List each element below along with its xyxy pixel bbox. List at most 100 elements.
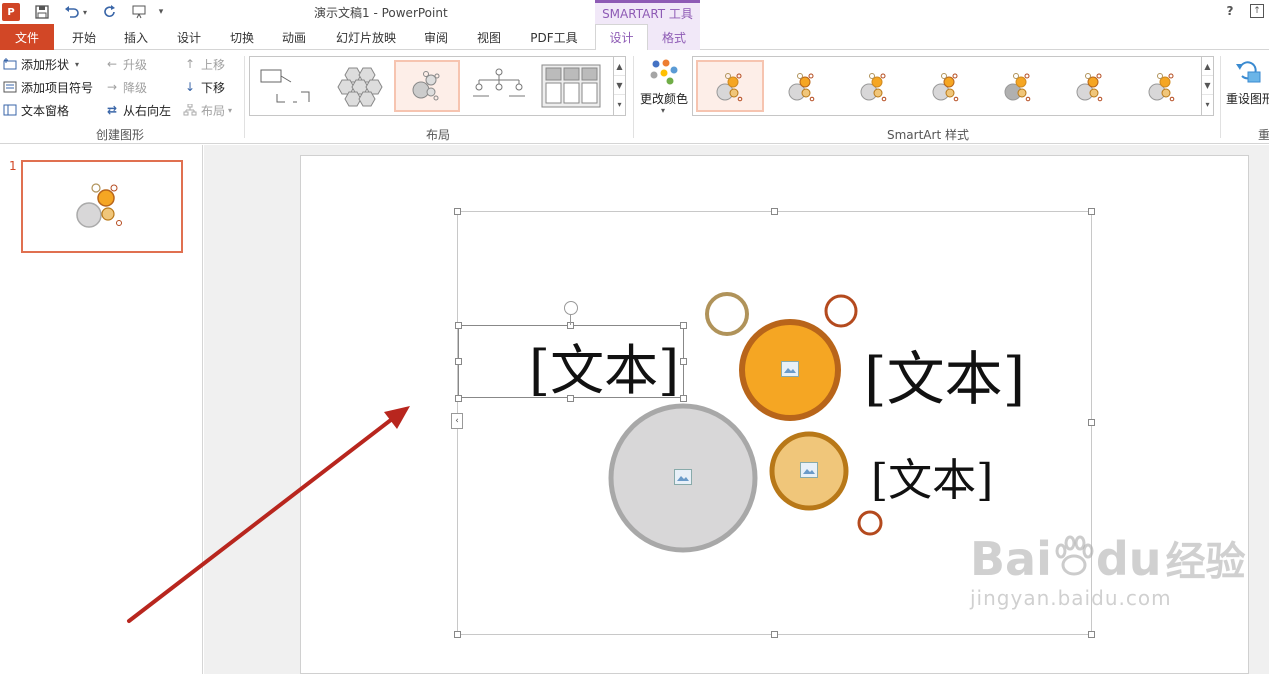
resize-handle[interactable] (680, 395, 687, 402)
ribbon-display-options-icon[interactable]: ↑ (1250, 4, 1264, 18)
add-shape-icon (2, 56, 18, 72)
up-arrow-icon: ↑ (184, 57, 196, 71)
undo-dropdown-icon[interactable]: ▾ (80, 2, 90, 22)
move-up-label: 上移 (201, 57, 226, 72)
styles-gallery-scroll[interactable]: ▲ ▼ ▾ (1201, 57, 1213, 115)
add-shape-dropdown-icon[interactable]: ▾ (75, 60, 79, 69)
scroll-up-icon[interactable]: ▲ (1202, 57, 1213, 76)
insert-picture-icon[interactable] (674, 469, 692, 485)
move-down-label: 下移 (201, 80, 226, 95)
tab-pdf-tools[interactable]: PDF工具 (522, 24, 586, 50)
left-arrow-icon: ← (106, 57, 118, 71)
text-placeholder-1[interactable]: [文本] (529, 326, 679, 405)
undo-icon[interactable] (62, 2, 82, 22)
tab-design[interactable]: 设计 (167, 24, 211, 50)
powerpoint-window: P ▾ ▾ 演示文稿1 - PowerPoint SMARTART 工具 ? ↑… (0, 0, 1269, 674)
bubble-style-preview-icon (1148, 73, 1175, 102)
tab-smartart-design[interactable]: 设计 (595, 24, 648, 51)
text-placeholder-3[interactable]: [文本] (871, 444, 993, 508)
watermark-cn: 经验 (1165, 539, 1246, 585)
text-placeholder-2[interactable]: [文本] (864, 332, 1025, 416)
right-to-left-button[interactable]: ⇄ 从右向左 (104, 100, 171, 120)
text-pane-label: 文本窗格 (21, 103, 70, 118)
add-bullet-button[interactable]: 添加项目符号 (2, 77, 93, 97)
tab-file[interactable]: 文件 (0, 24, 54, 50)
small-ring-red (857, 510, 883, 536)
layout-button[interactable]: 布局 ▾ (182, 100, 232, 120)
tab-smartart-format[interactable]: 格式 (648, 24, 700, 50)
slide-thumbnail-1[interactable] (21, 160, 183, 253)
smartart-styles-group-label: SmartArt 样式 (887, 128, 969, 142)
slide-thumbnail-pane: 1 (0, 145, 203, 674)
resize-handle[interactable] (680, 322, 687, 329)
smartart-style-option-2[interactable] (768, 60, 836, 112)
scroll-down-icon[interactable]: ▼ (614, 76, 625, 95)
tab-review[interactable]: 审阅 (414, 24, 458, 50)
move-down-button[interactable]: ↓ 下移 (182, 77, 225, 97)
scroll-up-icon[interactable]: ▲ (614, 57, 625, 76)
text-pane-icon (2, 102, 18, 118)
smartart-style-option-6[interactable] (1056, 60, 1124, 112)
slide-number: 1 (9, 159, 17, 173)
insert-picture-icon[interactable] (800, 462, 818, 478)
scroll-down-icon[interactable]: ▼ (1202, 76, 1213, 95)
reset-graphic-button[interactable]: 重设图形 (1226, 56, 1269, 116)
smartart-style-option-4[interactable] (912, 60, 980, 112)
start-slideshow-icon[interactable] (130, 2, 150, 22)
promote-label: 升级 (123, 57, 148, 72)
rotate-handle-icon[interactable] (564, 301, 578, 315)
text-pane-button[interactable]: 文本窗格 (2, 100, 69, 120)
ribbon: 添加形状 ▾ 添加项目符号 文本窗格 ← 升级 → 降级 ⇄ 从右向左 ↑ 上移… (0, 50, 1269, 144)
layout-option-1[interactable] (254, 60, 320, 112)
insert-picture-icon[interactable] (781, 361, 799, 377)
gallery-more-icon[interactable]: ▾ (1202, 95, 1213, 114)
window-title: 演示文稿1 - PowerPoint (314, 6, 448, 20)
layout-option-4[interactable] (466, 60, 532, 112)
group-separator (244, 56, 245, 138)
paw-icon (1055, 535, 1094, 576)
watermark-brand: Bai (970, 532, 1052, 586)
layout-option-2[interactable] (324, 60, 390, 112)
smartart-style-option-1[interactable] (696, 60, 764, 112)
save-icon[interactable] (32, 2, 52, 22)
slide-thumbnail-preview (76, 183, 122, 228)
redo-icon[interactable] (100, 2, 120, 22)
swap-direction-icon: ⇄ (106, 103, 118, 117)
resize-handle[interactable] (680, 358, 687, 365)
bubble-style-preview-icon (932, 73, 959, 102)
tab-view[interactable]: 视图 (467, 24, 511, 50)
layout-option-5[interactable] (538, 60, 604, 112)
tab-slideshow[interactable]: 幻灯片放映 (328, 24, 404, 50)
demote-button[interactable]: → 降级 (104, 77, 147, 97)
bubble-style-preview-icon (716, 73, 743, 102)
bubble-style-preview-icon (1004, 73, 1031, 102)
tab-insert[interactable]: 插入 (114, 24, 158, 50)
smartart-style-option-3[interactable] (840, 60, 908, 112)
change-colors-button[interactable]: 更改颜色 ▾ (640, 56, 688, 120)
smartart-style-option-5[interactable] (984, 60, 1052, 112)
add-shape-button[interactable]: 添加形状 ▾ (2, 54, 79, 74)
rotate-handle-line (570, 315, 571, 325)
resize-handle[interactable] (455, 358, 462, 365)
tab-animations[interactable]: 动画 (272, 24, 316, 50)
gallery-more-icon[interactable]: ▾ (614, 95, 625, 114)
reset-graphic-label: 重设图形 (1226, 92, 1269, 106)
promote-button[interactable]: ← 升级 (104, 54, 147, 74)
right-to-left-label: 从右向左 (123, 103, 172, 118)
smartart-style-option-7[interactable] (1128, 60, 1196, 112)
layout-label: 布局 (201, 103, 226, 118)
layouts-gallery-scroll[interactable]: ▲ ▼ ▾ (613, 57, 625, 115)
move-up-button[interactable]: ↑ 上移 (182, 54, 225, 74)
layout-dropdown-icon[interactable]: ▾ (228, 106, 232, 115)
customize-qat-icon[interactable]: ▾ (154, 2, 168, 22)
add-bullet-icon (2, 79, 18, 95)
resize-handle[interactable] (455, 395, 462, 402)
layout-option-3-selected[interactable] (394, 60, 460, 112)
help-icon[interactable]: ? (1222, 3, 1238, 19)
tab-home[interactable]: 开始 (62, 24, 106, 50)
tab-transitions[interactable]: 切换 (220, 24, 264, 50)
org-layout-icon (182, 102, 198, 118)
resize-handle[interactable] (455, 322, 462, 329)
reset-graphic-icon (1236, 61, 1261, 83)
powerpoint-app-icon[interactable]: P (2, 3, 20, 21)
